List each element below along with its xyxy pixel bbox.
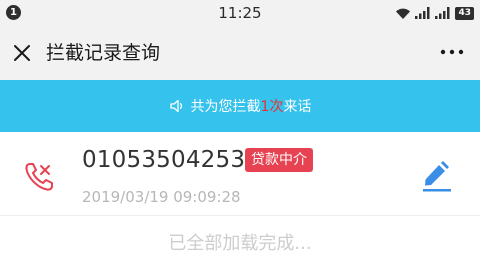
signal-icon xyxy=(435,7,450,19)
speaker-icon xyxy=(169,99,182,113)
status-bar: 1 11:25 43 xyxy=(0,0,480,26)
close-icon[interactable] xyxy=(10,41,34,65)
banner-prefix: 共为您拦截 xyxy=(190,99,261,115)
status-badge: 贷款中介 xyxy=(245,148,313,172)
phone-number: 01053504253 xyxy=(82,147,246,173)
status-icons: 43 xyxy=(395,5,474,21)
load-status: 已全部加载完成... xyxy=(168,233,312,254)
more-icon[interactable] xyxy=(438,40,466,64)
page-title: 拦截记录查询 xyxy=(46,42,161,64)
edit-icon[interactable] xyxy=(420,160,454,194)
banner-suffix: 来话 xyxy=(283,99,312,115)
wifi-icon xyxy=(396,8,411,19)
timestamp: 2019/03/19 09:09:28 xyxy=(82,188,241,206)
signal-icon xyxy=(415,7,430,19)
blocked-call-icon xyxy=(25,163,53,191)
banner-count: 1次 xyxy=(260,99,284,115)
list-item[interactable]: 01053504253 贷款中介 2019/03/19 09:09:28 xyxy=(0,132,480,216)
app-bar: 拦截记录查询 xyxy=(0,26,480,80)
battery-icon: 43 xyxy=(455,6,474,20)
intercept-summary-banner: 共为您拦截 1次 来话 xyxy=(0,80,480,132)
